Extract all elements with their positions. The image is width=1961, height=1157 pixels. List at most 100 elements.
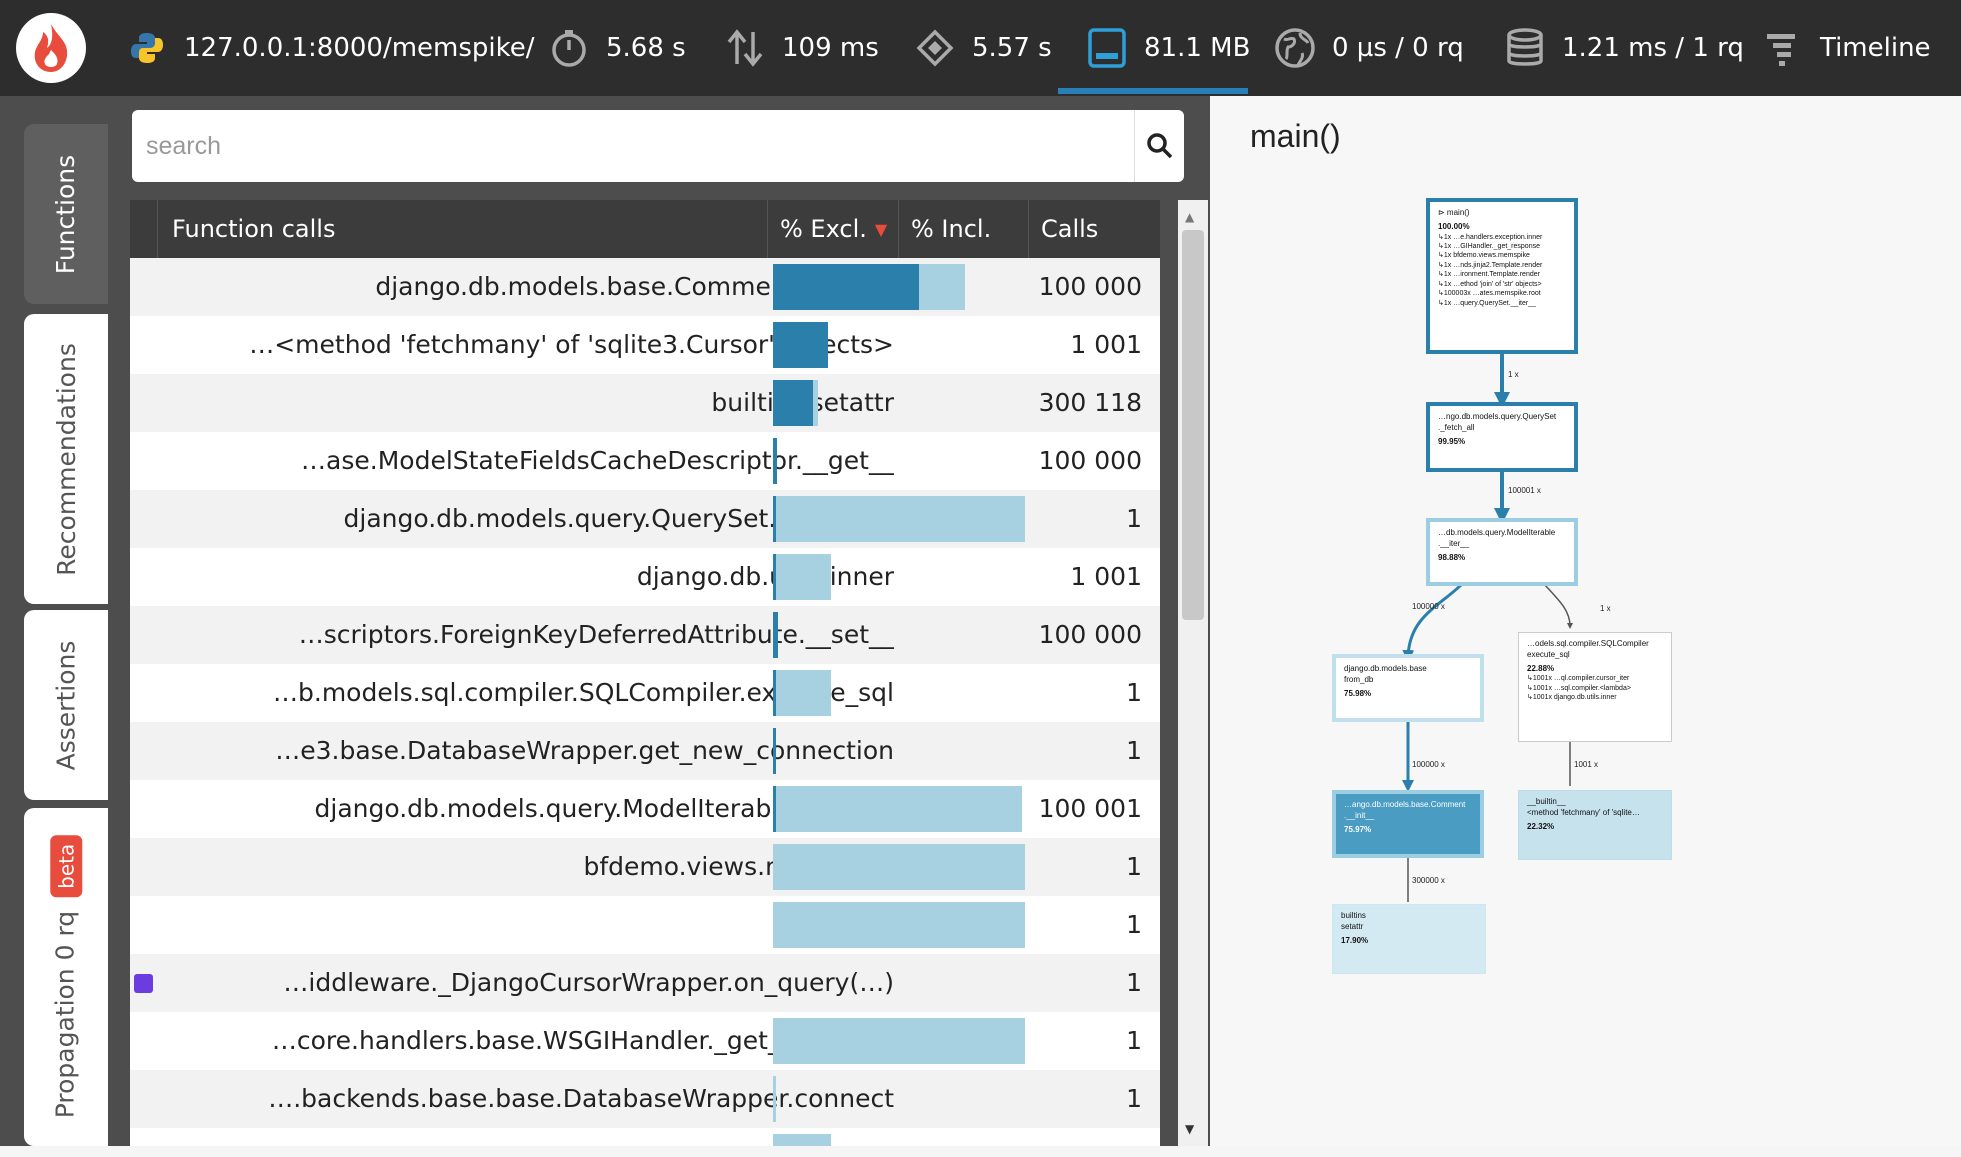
table-row[interactable]: main()1 [130, 896, 1160, 954]
excl-bar [773, 264, 920, 310]
call-count: 1 [1126, 1084, 1142, 1113]
table-row[interactable]: …e3.base.DatabaseWrapper.get_new_connect… [130, 722, 1160, 780]
up-down-arrows-icon [722, 25, 768, 71]
table-row[interactable] [130, 1128, 1160, 1146]
scrollbar-thumb[interactable] [1182, 230, 1204, 620]
edge-label: 100001 x [1508, 486, 1541, 495]
cpu-time-item[interactable]: 5.57 s [912, 0, 1052, 96]
node-title: django.db.models.base from_db [1344, 664, 1427, 684]
table-row[interactable]: …iddleware._DjangoCursorWrapper.on_query… [130, 954, 1160, 1012]
graph-node-comment-init[interactable]: …ango.db.models.base.Comment .__init__ 75… [1332, 790, 1484, 858]
table-row[interactable]: …ase.ModelStateFieldsCacheDescriptor.__g… [130, 432, 1160, 490]
graph-node-fetchmany[interactable]: __builtin__ <method 'fetchmany' of 'sqli… [1518, 790, 1672, 860]
excl-bar [773, 554, 776, 600]
wall-time-value: 5.68 s [606, 33, 686, 63]
timeline-item[interactable]: Timeline [1760, 0, 1931, 96]
incl-bar [773, 844, 1025, 890]
network-item[interactable]: 0 µs / 0 rq [1272, 0, 1464, 96]
call-count: 100 000 [1038, 620, 1142, 649]
wall-time-item[interactable]: 5.68 s [546, 0, 686, 96]
function-calls-table: Function calls % Excl. ▼ % Incl. Calls d… [130, 200, 1160, 1146]
memory-value: 81.1 MB [1144, 33, 1251, 63]
header-incl[interactable]: % Incl. [898, 200, 1028, 258]
node-percentage: 17.90% [1341, 935, 1369, 945]
cpu-time-value: 5.57 s [972, 33, 1052, 63]
header-function-calls[interactable]: Function calls [157, 200, 767, 258]
call-count: 1 [1126, 736, 1142, 765]
graph-node-execute-sql[interactable]: …odels.sql.compiler.SQLCompiler execute_… [1518, 632, 1672, 742]
graph-node-main[interactable]: ⊳ main() 100.00% ↳1x …e.handlers.exception… [1426, 198, 1578, 354]
search-input[interactable] [132, 110, 1132, 182]
call-count: 1 [1126, 910, 1142, 939]
edge-label: 300000 x [1412, 876, 1445, 885]
table-row[interactable]: ….backends.base.base.DatabaseWrapper.con… [130, 1070, 1160, 1128]
node-title: …ngo.db.models.query.QuerySet ._fetch_al… [1438, 412, 1557, 432]
node-callee-line: ↳1x …ethod 'join' of 'str' objects> [1438, 280, 1542, 288]
node-callee-line: ↳1001x …ql.compiler.cursor_iter [1527, 675, 1630, 683]
table-row[interactable]: …core.handlers.base.WSGIHandler._get_res… [130, 1012, 1160, 1070]
io-time-item[interactable]: 109 ms [722, 0, 879, 96]
scroll-down-icon[interactable]: ▼ [1185, 1122, 1194, 1136]
timeline-label: Timeline [1820, 33, 1931, 63]
sql-item[interactable]: 1.21 ms / 1 rq [1502, 0, 1744, 96]
table-row[interactable]: …b.models.sql.compiler.SQLCompiler.execu… [130, 664, 1160, 722]
table-row[interactable]: bfdemo.views.memspike 1 [130, 838, 1160, 896]
excl-bar [773, 612, 779, 658]
table-row[interactable]: django.db.utils.inner 1 001 [130, 548, 1160, 606]
tab-recommendations-label: Recommendations [51, 342, 81, 576]
call-count: 1 [1126, 1026, 1142, 1055]
tab-functions[interactable]: Functions [24, 124, 108, 304]
edge-label: 1001 x [1574, 760, 1599, 769]
tab-propagation[interactable]: Propagation 0 rq beta [24, 808, 108, 1146]
io-time-value: 109 ms [782, 33, 879, 63]
excl-bar [773, 438, 777, 484]
incl-bar [773, 786, 1023, 832]
memory-icon [1084, 25, 1130, 71]
function-name: …scriptors.ForeignKeyDeferredAttribute._… [298, 620, 894, 649]
table-row[interactable]: django.db.models.query.ModelIterable.__i… [130, 780, 1160, 838]
call-count: 100 000 [1038, 272, 1142, 301]
header-excl[interactable]: % Excl. ▼ [767, 200, 898, 258]
function-name: …e3.base.DatabaseWrapper.get_new_connect… [275, 736, 894, 765]
table-header: Function calls % Excl. ▼ % Incl. Calls [130, 200, 1160, 258]
incl-bar [773, 902, 1025, 948]
node-percentage: 99.95% [1438, 436, 1466, 446]
flame-logo-icon[interactable] [16, 13, 86, 83]
search-button[interactable] [1134, 110, 1184, 182]
table-row[interactable]: django.db.models.query.QuerySet._fetch_a… [130, 490, 1160, 548]
tab-assertions[interactable]: Assertions [24, 610, 108, 800]
url-item[interactable]: 127.0.0.1:8000/memspike/ [124, 0, 535, 96]
table-scrollbar[interactable]: ▲ ▼ [1178, 200, 1208, 1146]
function-name: …iddleware._DjangoCursorWrapper.on_query… [283, 968, 894, 997]
top-bar: 127.0.0.1:8000/memspike/ 5.68 s 109 ms 5… [0, 0, 1961, 96]
node-percentage: 75.98% [1344, 688, 1372, 698]
table-row[interactable]: django.db.models.base.Comment.__init__ 10… [130, 258, 1160, 316]
node-title: …db.models.query.ModelIterable .__iter__ [1438, 528, 1556, 548]
scroll-up-icon[interactable]: ▲ [1185, 210, 1194, 224]
node-title: …odels.sql.compiler.SQLCompiler execute_… [1527, 639, 1649, 659]
query-marker-icon [134, 974, 153, 993]
table-row[interactable]: …scriptors.ForeignKeyDeferredAttribute._… [130, 606, 1160, 664]
graph-node-fetch-all[interactable]: …ngo.db.models.query.QuerySet ._fetch_al… [1426, 402, 1578, 472]
node-callee-line: ↳1x bfdemo.views.memspike [1438, 252, 1530, 260]
incl-bar [773, 1076, 776, 1122]
cpu-chip-icon [912, 25, 958, 71]
memory-item[interactable]: 81.1 MB [1084, 0, 1250, 96]
table-row[interactable]: …<method 'fetchmany' of 'sqlite3.Cursor'… [130, 316, 1160, 374]
header-calls[interactable]: Calls [1028, 200, 1160, 258]
graph-node-setattr[interactable]: builtins setattr 17.90% [1332, 904, 1486, 974]
incl-bar [773, 670, 831, 716]
node-percentage: 22.32% [1527, 821, 1555, 831]
graph-node-from-db[interactable]: django.db.models.base from_db 75.98% [1332, 654, 1484, 722]
tab-recommendations[interactable]: Recommendations [24, 314, 108, 604]
call-count: 300 118 [1038, 388, 1142, 417]
node-callee-line: ↳1x …GIHandler._get_response [1438, 243, 1540, 251]
node-percentage: 22.88% [1527, 663, 1555, 673]
stopwatch-icon [546, 25, 592, 71]
graph-node-iter[interactable]: …db.models.query.ModelIterable .__iter__… [1426, 518, 1578, 586]
sql-value: 1.21 ms / 1 rq [1562, 33, 1744, 63]
node-callee-line: ↳1x …e.handlers.exception.inner [1438, 233, 1543, 241]
node-callee-line: ↳1x …ironment.Template.render [1438, 271, 1540, 279]
call-graph-edges [1402, 352, 1573, 902]
table-row[interactable]: builtins.setattr300 118 [130, 374, 1160, 432]
